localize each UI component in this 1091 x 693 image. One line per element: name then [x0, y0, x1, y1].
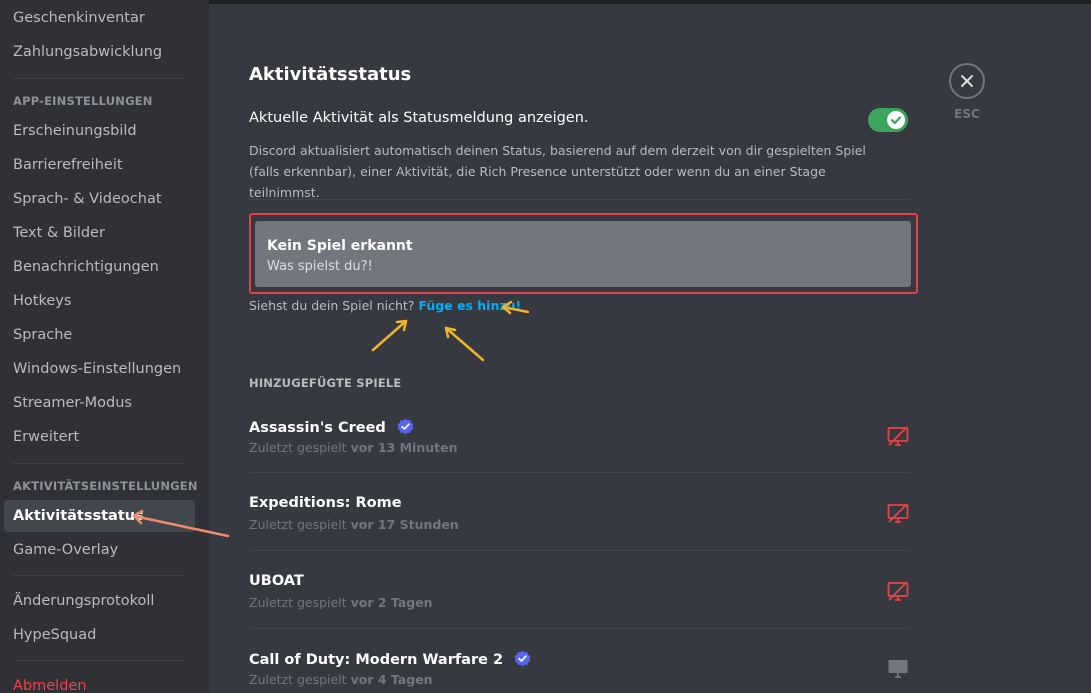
activity-toggle-label: Aktuelle Aktivität als Statusmeldung anz…: [249, 110, 589, 126]
game-row: Assassin's Creed Zuletzt gespielt vor 13…: [249, 418, 910, 478]
detected-game-card: Kein Spiel erkannt Was spielst du?!: [255, 221, 911, 287]
toggle-knob: [887, 111, 905, 129]
sidebar-header-app-settings: APP-EINSTELLUNGEN: [13, 94, 153, 108]
sidebar-item-appearance[interactable]: Erscheinungsbild: [4, 115, 195, 147]
verified-icon: [514, 650, 531, 667]
last-played-value: vor 2 Tagen: [350, 595, 433, 610]
last-played-prefix: Zuletzt gespielt: [249, 517, 347, 532]
monitor-off-icon[interactable]: [886, 579, 910, 603]
game-name: Call of Duty: Modern Warfare 2: [249, 652, 504, 668]
divider: [249, 550, 910, 551]
game-row: UBOAT Zuletzt gespielt vor 2 Tagen: [249, 573, 910, 633]
game-last-played: Zuletzt gespielt vor 4 Tagen: [249, 672, 433, 687]
add-game-prefix: Siehst du dein Spiel nicht?: [249, 298, 415, 313]
check-icon: [890, 116, 902, 125]
settings-content: Aktivitätsstatus Aktuelle Aktivität als …: [209, 0, 1091, 693]
sidebar-separator: [13, 78, 183, 79]
last-played-prefix: Zuletzt gespielt: [249, 595, 347, 610]
annotation-highlight-box: Kein Spiel erkannt Was spielst du?!: [249, 213, 918, 294]
esc-close[interactable]: ESC: [949, 63, 985, 121]
last-played-prefix: Zuletzt gespielt: [249, 672, 347, 687]
sidebar-header-activity-settings: AKTIVITÄTSEINSTELLUNGEN: [13, 479, 198, 493]
sidebar-item-advanced[interactable]: Erweitert: [4, 421, 195, 453]
activity-status-toggle[interactable]: [868, 108, 908, 132]
sidebar-item-logout[interactable]: Abmelden: [4, 670, 195, 693]
last-played-value: vor 4 Tagen: [350, 672, 433, 687]
game-name-row: Assassin's Creed: [249, 418, 414, 436]
sidebar-item-streamer-mode[interactable]: Streamer-Modus: [4, 387, 195, 419]
sidebar-item-windows-settings[interactable]: Windows-Einstellungen: [4, 353, 195, 385]
game-last-played: Zuletzt gespielt vor 17 Stunden: [249, 517, 459, 532]
sidebar-item-gift-inventory[interactable]: Geschenkinventar: [4, 2, 195, 34]
game-last-played: Zuletzt gespielt vor 13 Minuten: [249, 440, 457, 455]
game-name-row: UBOAT: [249, 573, 304, 589]
game-name: Assassin's Creed: [249, 420, 386, 436]
sidebar-item-billing[interactable]: Zahlungsabwicklung: [4, 36, 195, 68]
detected-game-title: Kein Spiel erkannt: [267, 238, 413, 254]
game-name-row: Expeditions: Rome: [249, 495, 402, 511]
last-played-value: vor 17 Stunden: [350, 517, 459, 532]
game-last-played: Zuletzt gespielt vor 2 Tagen: [249, 595, 433, 610]
monitor-icon[interactable]: [886, 656, 910, 680]
detected-game-subtitle: Was spielst du?!: [267, 259, 373, 274]
sidebar-item-language[interactable]: Sprache: [4, 319, 195, 351]
sidebar-item-accessibility[interactable]: Barrierefreiheit: [4, 149, 195, 181]
sidebar-item-hotkeys[interactable]: Hotkeys: [4, 285, 195, 317]
add-game-line: Siehst du dein Spiel nicht? Füge es hinz…: [249, 298, 521, 313]
page-title: Aktivitätsstatus: [249, 64, 412, 85]
monitor-off-icon[interactable]: [886, 424, 910, 448]
game-row: Call of Duty: Modern Warfare 2 Zuletzt g…: [249, 650, 910, 693]
sidebar-item-activity-status[interactable]: Aktivitätsstatus: [4, 500, 195, 532]
sidebar-item-game-overlay[interactable]: Game-Overlay: [4, 534, 195, 566]
last-played-prefix: Zuletzt gespielt: [249, 440, 347, 455]
discord-settings-window: Geschenkinventar Zahlungsabwicklung APP-…: [0, 0, 1091, 693]
verified-icon: [397, 418, 414, 435]
divider: [249, 472, 910, 473]
close-icon: [961, 75, 973, 87]
add-game-link[interactable]: Füge es hinzu!: [418, 298, 521, 313]
monitor-off-icon[interactable]: [886, 501, 910, 525]
esc-label: ESC: [954, 107, 980, 121]
divider: [249, 199, 910, 200]
sidebar-item-notifications[interactable]: Benachrichtigungen: [4, 251, 195, 283]
sidebar-item-text-images[interactable]: Text & Bilder: [4, 217, 195, 249]
sidebar-separator: [13, 660, 183, 661]
settings-sidebar: Geschenkinventar Zahlungsabwicklung APP-…: [0, 0, 209, 693]
sidebar-item-hypesquad[interactable]: HypeSquad: [4, 619, 195, 651]
last-played-value: vor 13 Minuten: [350, 440, 458, 455]
divider: [249, 628, 910, 629]
sidebar-item-voice-video[interactable]: Sprach- & Videochat: [4, 183, 195, 215]
sidebar-item-changelog[interactable]: Änderungsprotokoll: [4, 585, 195, 617]
close-button[interactable]: [949, 63, 985, 99]
activity-description: Discord aktualisiert automatisch deinen …: [249, 143, 866, 200]
game-name: UBOAT: [249, 573, 304, 589]
sidebar-separator: [13, 463, 183, 464]
game-row: Expeditions: Rome Zuletzt gespielt vor 1…: [249, 495, 910, 555]
added-games-header: HINZUGEFÜGTE SPIELE: [249, 376, 402, 390]
sidebar-separator: [13, 575, 183, 576]
game-name: Expeditions: Rome: [249, 495, 402, 511]
game-name-row: Call of Duty: Modern Warfare 2: [249, 650, 531, 668]
